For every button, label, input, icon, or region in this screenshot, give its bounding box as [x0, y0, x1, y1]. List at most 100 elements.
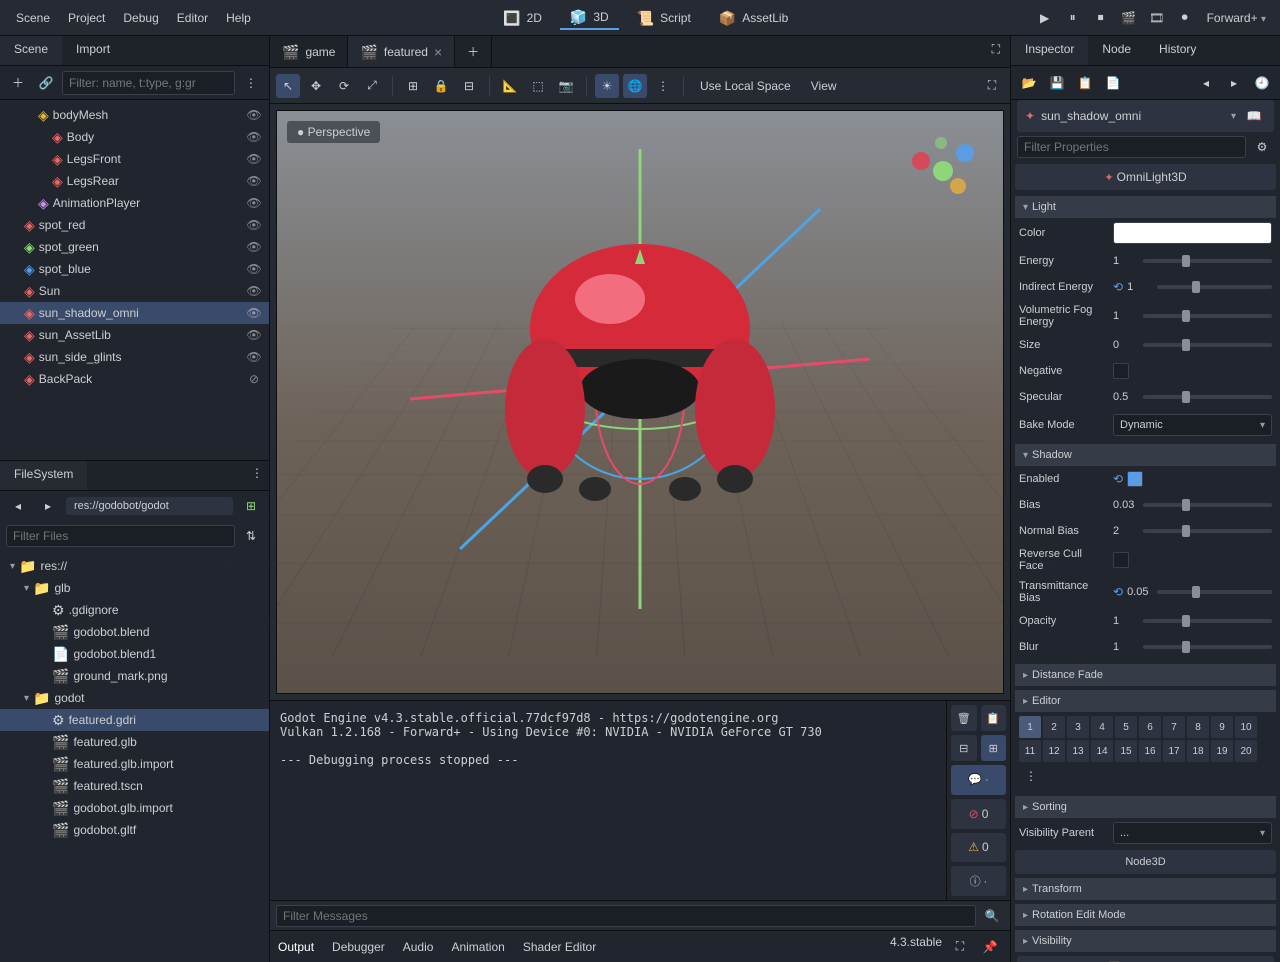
- group-rotation-edit-mode[interactable]: ▸Rotation Edit Mode: [1015, 904, 1276, 926]
- layer-2[interactable]: 2: [1043, 716, 1065, 738]
- group-sorting[interactable]: ▸Sorting: [1015, 796, 1276, 818]
- scene-tree[interactable]: ◈bodyMesh👁◈Body👁◈LegsFront👁◈LegsRear👁◈An…: [0, 100, 269, 460]
- tab-filesystem[interactable]: FileSystem: [0, 461, 87, 490]
- scene-node-legsrear[interactable]: ◈LegsRear👁: [0, 170, 269, 192]
- select-tool-icon[interactable]: ↖: [276, 74, 300, 98]
- output-filter-input[interactable]: [276, 905, 976, 927]
- slider[interactable]: [1157, 590, 1272, 594]
- slider[interactable]: [1143, 503, 1272, 507]
- visibility-toggle-icon[interactable]: 👁: [245, 196, 263, 210]
- group-shadow[interactable]: ▾Shadow: [1015, 444, 1276, 466]
- output-search-icon[interactable]: 🔍: [980, 904, 1004, 928]
- new-scene-tab[interactable]: ＋: [455, 36, 492, 67]
- bottom-tab-debugger[interactable]: Debugger: [332, 940, 385, 954]
- pause-icon[interactable]: ⏸: [1061, 6, 1085, 30]
- transform-menu[interactable]: Use Local Space: [692, 75, 799, 97]
- layer-13[interactable]: 13: [1067, 740, 1089, 762]
- layer-3[interactable]: 3: [1067, 716, 1089, 738]
- lock-icon[interactable]: 🔒: [429, 74, 453, 98]
- add-node-icon[interactable]: ＋: [6, 71, 30, 95]
- mode-assetlib[interactable]: 📦AssetLib: [709, 6, 798, 30]
- inspector-manage-icon[interactable]: ⚙: [1250, 135, 1274, 159]
- camera-icon[interactable]: 📷: [554, 74, 578, 98]
- movie-mode-icon[interactable]: ⏺: [1173, 6, 1197, 30]
- output-filter-messages[interactable]: 💬 ·: [951, 765, 1006, 795]
- inspector-history-icon[interactable]: 🕘: [1250, 71, 1274, 95]
- visibility-toggle-icon[interactable]: 👁: [245, 240, 263, 254]
- bottom-tab-animation[interactable]: Animation: [451, 940, 504, 954]
- layer-4[interactable]: 4: [1091, 716, 1113, 738]
- expand-viewport-icon[interactable]: ⛶: [980, 74, 1004, 98]
- tab-history[interactable]: History: [1145, 36, 1210, 65]
- output-filter-warnings[interactable]: ⚠ 0: [951, 833, 1006, 863]
- fs-item[interactable]: 🎬featured.glb.import: [0, 753, 269, 775]
- layer-16[interactable]: 16: [1139, 740, 1161, 762]
- play-custom-icon[interactable]: 🎞: [1145, 6, 1169, 30]
- layer-1[interactable]: 1: [1019, 716, 1041, 738]
- scene-node-sun_assetlib[interactable]: ◈sun_AssetLib👁: [0, 324, 269, 346]
- scene-node-legsfront[interactable]: ◈LegsFront👁: [0, 148, 269, 170]
- scene-filter-input[interactable]: Filter: name, t:type, g:gr: [62, 71, 235, 95]
- tab-import[interactable]: Import: [62, 36, 124, 65]
- output-collapse-icon[interactable]: ⊟: [951, 735, 977, 761]
- output-clear-icon[interactable]: 🗑: [951, 705, 977, 731]
- script-link[interactable]: 📜featured.gd: [1017, 956, 1274, 962]
- slider[interactable]: [1143, 645, 1272, 649]
- play-scene-icon[interactable]: 🎬: [1117, 6, 1141, 30]
- group-visibility[interactable]: ▸Visibility: [1015, 930, 1276, 952]
- scene-node-backpack[interactable]: ◈BackPack⊘: [0, 368, 269, 390]
- fs-item[interactable]: ▾📁godot: [0, 687, 269, 709]
- slider[interactable]: [1143, 259, 1272, 263]
- menu-debug[interactable]: Debug: [115, 7, 166, 29]
- env-toggle-icon[interactable]: 🌐: [623, 74, 647, 98]
- class-node3d-header[interactable]: Node3D: [1015, 850, 1276, 874]
- inspector-open-icon[interactable]: 📂: [1017, 71, 1041, 95]
- bottom-tab-audio[interactable]: Audio: [403, 940, 434, 954]
- checkbox[interactable]: [1113, 363, 1129, 379]
- play-project-icon[interactable]: ▶: [1033, 6, 1057, 30]
- output-filter-editor[interactable]: ⓘ ·: [951, 866, 1006, 896]
- layer-15[interactable]: 15: [1115, 740, 1137, 762]
- enum-dropdown[interactable]: Dynamic ▾: [1113, 414, 1272, 436]
- fs-back-icon[interactable]: ◂: [6, 494, 30, 518]
- distraction-free-icon[interactable]: ⛶: [982, 36, 1010, 67]
- mode-script[interactable]: 📜Script: [627, 6, 701, 30]
- layer-18[interactable]: 18: [1187, 740, 1209, 762]
- tab-node[interactable]: Node: [1088, 36, 1145, 65]
- inspector-filter-input[interactable]: [1017, 136, 1246, 158]
- scene-node-spot_red[interactable]: ◈spot_red👁: [0, 214, 269, 236]
- group-light[interactable]: ▾Light: [1015, 196, 1276, 218]
- scene-node-bodymesh[interactable]: ◈bodyMesh👁: [0, 104, 269, 126]
- slider[interactable]: [1143, 619, 1272, 623]
- layer-19[interactable]: 19: [1211, 740, 1233, 762]
- scene-tab-game[interactable]: 🎬game: [270, 36, 348, 67]
- scene-node-animationplayer[interactable]: ◈AnimationPlayer👁: [0, 192, 269, 214]
- menu-editor[interactable]: Editor: [169, 7, 216, 29]
- visibility-toggle-icon[interactable]: 👁: [245, 108, 263, 122]
- scene-node-spot_green[interactable]: ◈spot_green👁: [0, 236, 269, 258]
- visibility-toggle-icon[interactable]: 👁: [245, 130, 263, 144]
- visibility-toggle-icon[interactable]: 👁: [245, 284, 263, 298]
- visibility-toggle-icon[interactable]: 👁: [245, 350, 263, 364]
- layer-7[interactable]: 7: [1163, 716, 1185, 738]
- close-icon[interactable]: ×: [434, 44, 442, 60]
- tab-scene[interactable]: Scene: [0, 36, 62, 65]
- snap-icon[interactable]: ⊞: [401, 74, 425, 98]
- inspector-fwd-icon[interactable]: ▸: [1222, 71, 1246, 95]
- fs-item[interactable]: 🎬godobot.glb.import: [0, 797, 269, 819]
- ruler-icon[interactable]: 📐: [498, 74, 522, 98]
- layer-11[interactable]: 11: [1019, 740, 1041, 762]
- move-tool-icon[interactable]: ✥: [304, 74, 328, 98]
- scene-node-spot_blue[interactable]: ◈spot_blue👁: [0, 258, 269, 280]
- view-menu[interactable]: View: [803, 75, 845, 97]
- group-icon[interactable]: ⊟: [457, 74, 481, 98]
- renderer-dropdown[interactable]: Forward+ ▾: [1201, 9, 1272, 27]
- checkbox[interactable]: [1127, 471, 1143, 487]
- viewport-3d[interactable]: ● Perspective: [276, 110, 1004, 694]
- visibility-toggle-icon[interactable]: 👁: [245, 174, 263, 188]
- visibility-toggle-icon[interactable]: 👁: [245, 152, 263, 166]
- fs-item[interactable]: 🎬ground_mark.png: [0, 665, 269, 687]
- filesystem-filter-input[interactable]: [6, 525, 235, 547]
- group-transform[interactable]: ▸Transform: [1015, 878, 1276, 900]
- inspector-back-icon[interactable]: ◂: [1194, 71, 1218, 95]
